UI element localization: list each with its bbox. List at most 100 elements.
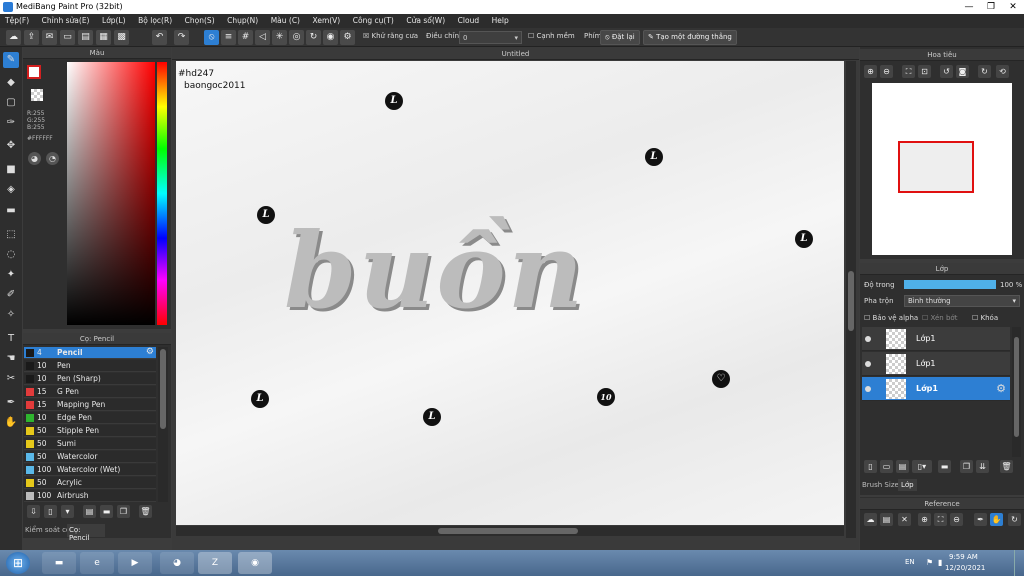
transparent-color-swatch[interactable] [31,89,43,101]
internet-explorer-icon[interactable]: e [80,552,114,574]
select-tool-icon[interactable]: ⬚ [3,227,19,243]
brush-scrollbar-thumb[interactable] [160,349,166,429]
move-tool-icon[interactable]: ✥ [3,138,19,154]
rotate-right-icon[interactable]: ↻ [978,65,991,78]
maximize-button[interactable]: ❐ [980,0,1002,14]
flip-icon[interactable]: ◙ [956,65,969,78]
brush-file-icon[interactable]: ▤ [83,505,96,518]
eraser-tool-icon[interactable]: ◆ [3,75,19,91]
select-pen-tool-icon[interactable]: ✐ [3,287,19,303]
layer-row[interactable]: Lớp1 [862,352,1010,376]
eye-icon[interactable] [865,336,871,342]
fit-icon[interactable]: ⛶ [934,513,947,526]
new-layer-icon[interactable]: ▯ [864,460,877,473]
coccoc-icon[interactable]: ◕ [160,552,194,574]
gradient-tool-icon[interactable]: ▬ [3,203,19,219]
menu-window[interactable]: Cửa sổ(W) [401,14,450,25]
layer-scrollbar[interactable] [1012,327,1021,457]
zoom-out-icon[interactable]: ⊖ [880,65,893,78]
brush-item-edge-pen[interactable]: 10 Edge Pen [24,412,156,424]
menu-help[interactable]: Help [487,14,514,25]
layer-row-selected[interactable]: Lớp1 ⚙ [862,377,1010,401]
parallel-snap-icon[interactable]: ≡ [221,30,236,45]
layer-scrollbar-thumb[interactable] [1014,337,1019,437]
canvas-horizontal-scrollbar[interactable] [176,526,844,536]
radial-snap-icon[interactable]: ✳ [272,30,287,45]
adjust-select[interactable]: 0 ▾ [459,31,522,44]
hand-tool-icon[interactable]: ✋ [3,415,19,431]
gear-icon[interactable]: ⚙ [146,347,154,357]
zoom-in-icon[interactable]: ⊕ [864,65,877,78]
navigator-viewport-frame[interactable] [898,141,974,193]
menu-file[interactable]: Tệp(F) [0,14,34,25]
cloud-icon[interactable]: ☁ [864,513,877,526]
antialias-checkbox[interactable]: ☒ Khử răng cưa [363,32,418,40]
brush-item-stipple-pen[interactable]: 50 Stipple Pen [24,425,156,437]
curve-snap-icon[interactable]: ↻ [306,30,321,45]
reset-button[interactable]: ⦸ Đặt lại [600,30,640,45]
duplicate-layer-icon[interactable]: ❐ [960,460,973,473]
canvas-tab-title[interactable]: Untitled [172,48,859,60]
tab-brush-size[interactable]: Brush Size [862,481,899,489]
settings-snap-icon[interactable]: ⚙ [340,30,355,45]
brush-item-mapping-pen[interactable]: 15 Mapping Pen [24,399,156,411]
select-eraser-tool-icon[interactable]: ✧ [3,307,19,323]
redo-icon[interactable]: ↷ [174,30,189,45]
pen-tool-icon[interactable]: ✑ [3,115,19,131]
circle-snap-icon[interactable]: ◎ [289,30,304,45]
menu-color[interactable]: Màu (C) [266,14,305,25]
blend-mode-select[interactable]: Bình thường ▾ [904,295,1020,307]
brush-item-watercolor-wet[interactable]: 100 Watercolor (Wet) [24,464,156,476]
bucket-tool-icon[interactable]: ◈ [3,182,19,198]
explorer-icon[interactable]: ▬ [42,552,76,574]
cloud-icon[interactable]: ☁ [6,30,21,45]
network-icon[interactable]: ▮ [938,558,942,567]
menu-tools[interactable]: Công cụ(T) [348,14,399,25]
brush-scrollbar[interactable] [158,347,168,502]
show-desktop-button[interactable] [1014,550,1024,576]
snap-off-icon[interactable]: ⦸ [204,30,219,45]
magic-wand-tool-icon[interactable]: ✦ [3,267,19,283]
brush-item-acrylic[interactable]: 50 Acrylic [24,477,156,489]
canvas-vertical-scrollbar[interactable] [846,61,856,538]
eyedropper-tool-icon[interactable]: ✒ [3,395,19,411]
new-brush-icon[interactable]: ▯ [44,505,57,518]
primary-color-swatch[interactable] [27,65,41,79]
grid-icon[interactable]: ▩ [114,30,129,45]
upload-icon[interactable]: ⇪ [24,30,39,45]
undo-icon[interactable]: ↶ [152,30,167,45]
layer-row[interactable]: Lớp1 [862,327,1010,351]
language-indicator[interactable]: EN [905,558,915,566]
brush-item-pencil[interactable]: 4 Pencil ⚙ [24,347,156,359]
clock-date[interactable]: 12/20/2021 [945,564,985,572]
drawing-canvas[interactable]: #hd247 baongoc2011 buồn L L L L L L 10 ♡ [176,61,844,525]
fit-icon[interactable]: ⛶ [902,65,915,78]
protect-alpha-checkbox[interactable]: ☐ Bảo vệ alpha [864,314,918,322]
merge-layer-icon[interactable]: ⇊ [976,460,989,473]
clipping-checkbox[interactable]: ☐ Xén bớt [922,314,957,322]
image-icon[interactable]: ▤ [78,30,93,45]
chrome-icon[interactable]: ◉ [238,552,272,574]
zoom-in-icon[interactable]: ⊕ [918,513,931,526]
fill-rect-tool-icon[interactable]: ■ [3,162,19,178]
eye-icon[interactable] [865,361,871,367]
dot-tool-icon[interactable]: ▢ [3,95,19,111]
duplicate-icon[interactable]: ❐ [117,505,130,518]
saturation-value-picker[interactable] [67,62,155,325]
soft-edge-checkbox[interactable]: ☐ Cạnh mềm [528,32,575,40]
close-button[interactable]: ✕ [1002,0,1024,14]
folder-icon[interactable]: ▬ [100,505,113,518]
chat-icon[interactable]: ✉ [42,30,57,45]
text-tool-icon[interactable]: T [3,331,19,347]
canvas-vscroll-thumb[interactable] [848,271,854,331]
menu-edit[interactable]: Chỉnh sửa(E) [37,14,95,25]
divide-tool-icon[interactable]: ✂ [3,371,19,387]
brush-item-airbrush[interactable]: 100 Airbrush [24,490,156,502]
new-layer-color-icon[interactable]: ▭ [880,460,893,473]
brush-item-g-pen[interactable]: 15 G Pen [24,386,156,398]
close-icon[interactable]: ✕ [898,513,911,526]
opacity-slider[interactable] [904,280,996,289]
rotate-left-icon[interactable]: ↺ [940,65,953,78]
brush-item-watercolor[interactable]: 50 Watercolor [24,451,156,463]
menu-filter[interactable]: Bộ lọc(R) [133,14,177,25]
